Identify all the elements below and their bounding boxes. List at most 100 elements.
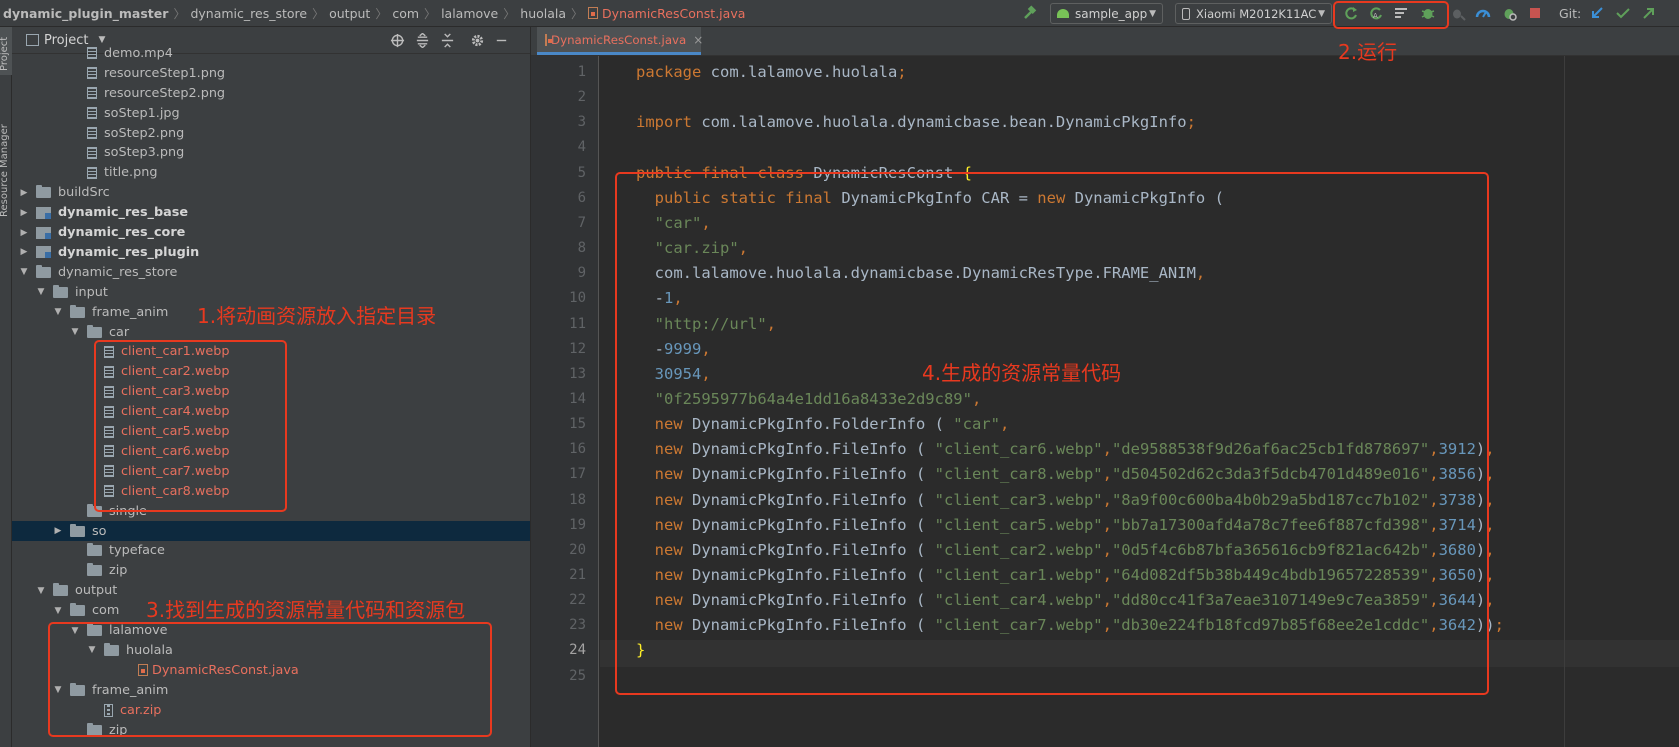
line-number: 17: [569, 466, 586, 483]
tree-item-label: demo.mp4: [104, 45, 173, 61]
close-icon[interactable]: ×: [693, 33, 703, 47]
chevron-right-icon[interactable]: ▶: [18, 208, 30, 218]
breadcrumb-file[interactable]: DynamicResConst.java: [602, 6, 745, 21]
code-line: package com.lalamove.huolala;: [636, 63, 907, 81]
folder-icon: [70, 603, 85, 617]
tab-label: DynamicResConst.java: [551, 32, 687, 47]
line-number: 9: [577, 265, 586, 282]
tree-item-label: com: [92, 603, 120, 619]
tree-item[interactable]: ▶ so: [12, 521, 530, 541]
chevron-right-icon[interactable]: ▶: [18, 228, 30, 238]
line-number: 16: [569, 441, 586, 458]
chevron-right-icon[interactable]: ▶: [18, 247, 30, 257]
attach-debugger-icon[interactable]: [1450, 5, 1466, 21]
breadcrumb-item[interactable]: com: [392, 6, 419, 21]
chevron-down-icon[interactable]: ▼: [52, 606, 64, 616]
tree-item[interactable]: typeface: [12, 541, 530, 561]
breadcrumb-item[interactable]: lalamove: [441, 6, 498, 21]
folder-icon: [53, 284, 68, 298]
tree-item[interactable]: title.png: [12, 163, 530, 183]
line-number: 12: [569, 340, 586, 357]
right-margin-guide: [1564, 56, 1565, 747]
tree-item-label: zip: [109, 563, 128, 579]
breadcrumb-item[interactable]: output: [329, 6, 370, 21]
tree-item[interactable]: resourceStep1.png: [12, 63, 530, 83]
code-token: ;: [897, 63, 907, 81]
line-number: 14: [569, 390, 586, 407]
chevron-down-icon[interactable]: ▼: [35, 586, 47, 596]
tree-item[interactable]: ▶ buildSrc: [12, 183, 530, 203]
tree-item-label: typeface: [109, 543, 165, 559]
git-commit-check-icon[interactable]: [1615, 5, 1631, 21]
tab-dynamicresconst-java[interactable]: DynamicResConst.java ×: [537, 27, 703, 55]
file-icon: [87, 107, 97, 120]
breadcrumb-item[interactable]: dynamic_res_store: [190, 6, 307, 21]
tree-item-label: soStep2.png: [104, 125, 185, 141]
line-number: 4: [577, 139, 586, 156]
line-number: 1: [577, 64, 586, 80]
tree-item[interactable]: soStep2.png: [12, 123, 530, 143]
stop-icon[interactable]: [1527, 5, 1543, 21]
breadcrumb-item[interactable]: dynamic_plugin_master: [0, 6, 168, 21]
chevron-down-icon[interactable]: ▼: [52, 307, 64, 317]
tool-window-strip: Project Resource Manager arks: [0, 27, 12, 747]
project-tool-label[interactable]: Project: [0, 37, 10, 71]
annotation-box-run-buttons: [1333, 1, 1449, 29]
chevron-down-icon[interactable]: ▼: [35, 287, 47, 297]
java-file-icon: [588, 7, 599, 19]
tree-item[interactable]: soStep3.png: [12, 143, 530, 163]
annotation-step3: 3.找到生成的资源常量代码和资源包: [146, 598, 466, 622]
build-hammer-icon[interactable]: [1022, 5, 1038, 21]
tree-item-label: resourceStep1.png: [104, 65, 226, 81]
android-icon: [1057, 9, 1069, 18]
folder-icon: [36, 264, 51, 278]
tree-item[interactable]: demo.mp4: [12, 44, 530, 64]
chevron-down-icon[interactable]: ▼: [18, 267, 30, 277]
tree-item-label: so: [92, 523, 107, 539]
line-number: 5: [577, 164, 586, 181]
annotation-step1: 1.将动画资源放入指定目录: [197, 304, 437, 328]
java-file-icon: [545, 33, 552, 46]
breadcrumb-item[interactable]: huolala: [520, 6, 566, 21]
annotation-box-input-files: [94, 340, 287, 512]
debug-settings-icon[interactable]: [1501, 5, 1517, 21]
code-token: ;: [1186, 113, 1196, 132]
code-token: com.lalamove.huolala: [710, 63, 898, 81]
folder-icon: [36, 185, 51, 199]
tree-item-label: soStep1.jpg: [104, 105, 180, 121]
line-number: 15: [569, 416, 586, 433]
module-icon: [36, 246, 51, 259]
chevron-down-icon[interactable]: ▼: [69, 327, 81, 337]
tree-item[interactable]: soStep1.jpg: [12, 103, 530, 123]
tree-item-label: dynamic_res_base: [58, 205, 189, 221]
device-select[interactable]: Xiaomi M2012K11AC ▼: [1175, 3, 1332, 24]
file-icon: [87, 146, 97, 159]
tree-item[interactable]: ▶ dynamic_res_core: [12, 223, 530, 243]
resource-manager-tool-label[interactable]: Resource Manager: [0, 124, 10, 217]
annotation-step2: 2.运行: [1338, 40, 1398, 64]
line-number: 25: [569, 667, 586, 684]
tree-item-label: dynamic_res_store: [58, 264, 178, 280]
editor-tab-bar: DynamicResConst.java ×: [531, 27, 1679, 56]
tree-item[interactable]: resourceStep2.png: [12, 83, 530, 103]
profiler-gauge-icon[interactable]: [1475, 5, 1491, 21]
tree-item[interactable]: ▶ dynamic_res_plugin: [12, 243, 530, 263]
git-update-icon[interactable]: [1589, 5, 1605, 21]
git-label: Git:: [1559, 6, 1582, 21]
breadcrumb-separator-icon: 〉: [424, 6, 437, 21]
breadcrumb-separator-icon: 〉: [173, 6, 186, 21]
chevron-right-icon[interactable]: ▶: [52, 526, 64, 536]
tree-item[interactable]: ▼ dynamic_res_store: [12, 262, 530, 282]
breadcrumb-separator-icon: 〉: [312, 6, 325, 21]
git-push-icon[interactable]: [1641, 5, 1657, 21]
chevron-right-icon[interactable]: ▶: [18, 188, 30, 198]
run-configuration-select[interactable]: sample_app ▼: [1050, 3, 1163, 24]
chevron-down-icon: ▼: [1149, 8, 1156, 19]
file-icon: [87, 47, 97, 60]
breadcrumb-separator-icon: 〉: [503, 6, 516, 21]
tree-item[interactable]: zip: [12, 561, 530, 581]
tree-item[interactable]: ▶ dynamic_res_base: [12, 203, 530, 223]
tree-item-label: frame_anim: [92, 304, 169, 320]
tree-item-label: input: [75, 284, 108, 300]
line-number: 24: [569, 642, 586, 659]
